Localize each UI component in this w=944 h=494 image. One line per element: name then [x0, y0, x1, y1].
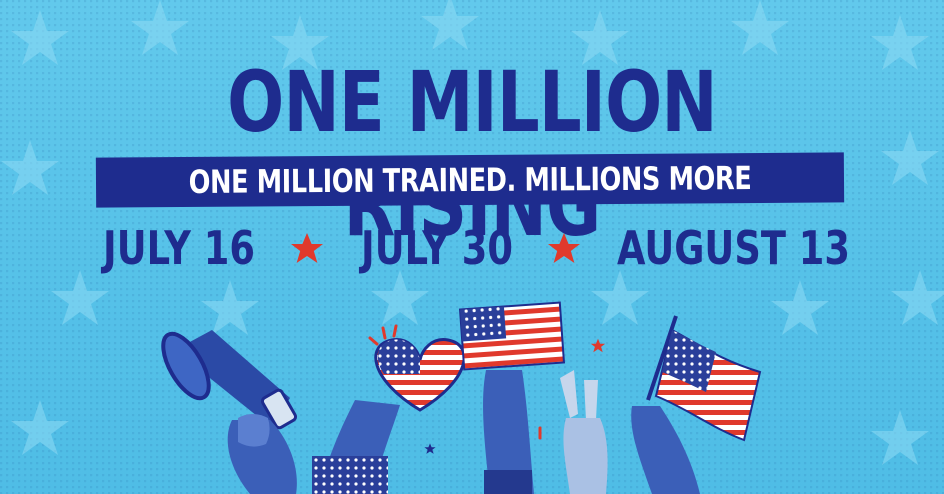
heart-flag-icon [312, 324, 466, 494]
star-icon [590, 338, 606, 353]
megaphone-icon [161, 330, 298, 494]
flag-icon [458, 301, 566, 494]
waving-flag-icon [631, 315, 762, 494]
peace-sign-icon [560, 370, 608, 494]
hands-illustration [161, 301, 762, 494]
poster: ONE MILLION RISING ONE MILLION TRAINED. … [0, 0, 944, 494]
star-icon [424, 443, 436, 454]
